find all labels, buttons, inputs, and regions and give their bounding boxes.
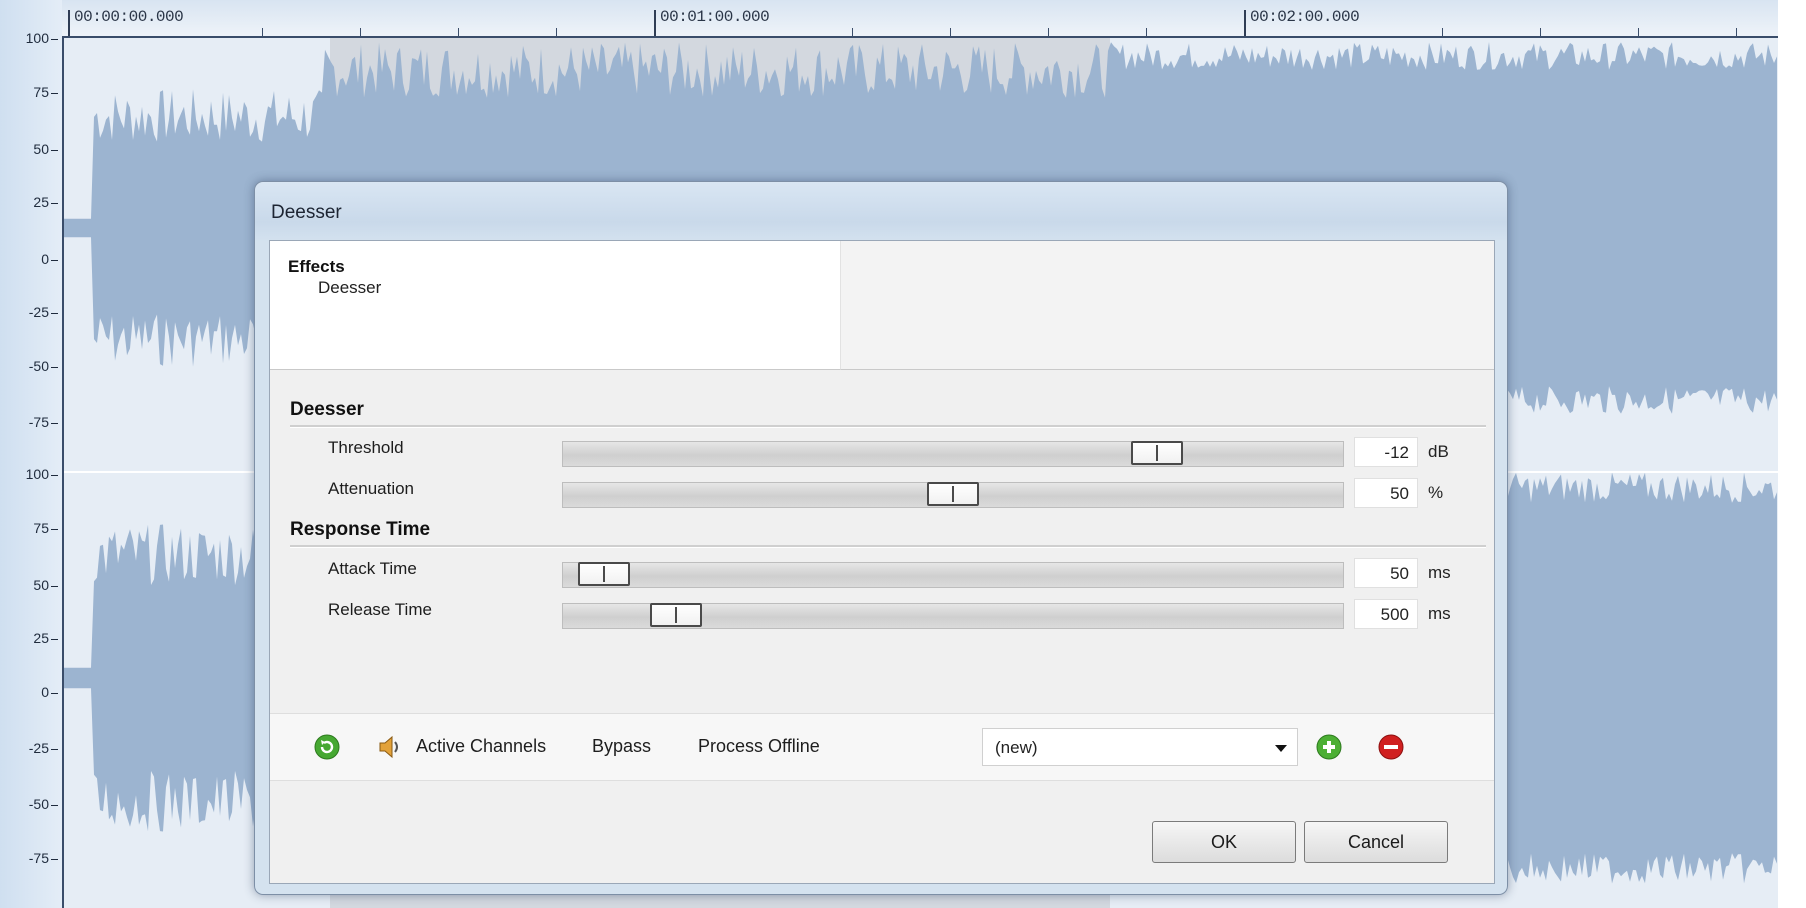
time-minor-tick [262, 28, 263, 36]
time-minor-tick [1048, 28, 1049, 36]
time-minor-tick [852, 28, 853, 36]
time-major-tick [68, 10, 70, 36]
amplitude-tick: 50 [0, 141, 58, 157]
time-minor-tick [1146, 28, 1147, 36]
add-preset-icon[interactable] [1316, 734, 1342, 760]
chevron-down-icon[interactable] [1275, 745, 1287, 752]
release-time-value-input[interactable]: 500 [1354, 599, 1418, 629]
attack-time-unit: ms [1428, 563, 1451, 582]
bypass-toggle[interactable]: Bypass [592, 736, 651, 757]
active-channels-button[interactable]: Active Channels [416, 736, 546, 757]
threshold-slider[interactable] [562, 441, 1344, 467]
threshold-slider-handle[interactable] [1131, 441, 1183, 465]
release-time-label: Release Time [328, 600, 432, 619]
attenuation-unit: % [1428, 483, 1444, 502]
section-deesser: Deesser [290, 399, 364, 420]
threshold-value-input[interactable]: -12 [1354, 437, 1418, 467]
attack-time-slider-handle[interactable] [578, 562, 630, 586]
time-minor-tick [458, 28, 459, 36]
threshold-unit: dB [1428, 442, 1449, 461]
amplitude-tick: 25 [0, 194, 58, 210]
time-minor-tick [1540, 28, 1541, 36]
reset-icon[interactable] [314, 734, 340, 760]
section-divider [290, 425, 1486, 428]
amplitude-tick: 100 [0, 30, 58, 46]
section-response-time: Response Time [290, 519, 431, 540]
time-minor-tick [950, 28, 951, 36]
amplitude-tick: -25 [0, 304, 58, 320]
time-major-tick [1244, 10, 1246, 36]
amplitude-tick: 100 [0, 466, 58, 482]
dialog-title: Deesser [271, 202, 342, 223]
time-minor-tick [1442, 28, 1443, 36]
amplitude-tick: 75 [0, 520, 58, 536]
time-ruler[interactable]: 00:00:00.000 00:01:00.000 00:02:00.000 [62, 0, 1806, 38]
time-major-tick [654, 10, 656, 36]
attack-time-slider[interactable] [562, 562, 1344, 588]
attenuation-label: Attenuation [328, 479, 415, 498]
amplitude-tick: 25 [0, 630, 58, 646]
amplitude-tick: 0 [0, 251, 58, 267]
editor-edge [1778, 0, 1806, 908]
time-label: 00:00:00.000 [74, 8, 184, 26]
ok-button[interactable]: OK [1152, 821, 1296, 863]
effects-info-pane [841, 241, 1494, 370]
time-minor-tick [1736, 28, 1737, 36]
tree-item-effects[interactable]: Effects [288, 257, 345, 277]
time-minor-tick [360, 28, 361, 36]
effect-toolbar: Active Channels Bypass Process Offline (… [270, 713, 1494, 781]
amplitude-tick: -75 [0, 850, 58, 866]
amplitude-tick: -75 [0, 414, 58, 430]
attack-time-value-input[interactable]: 50 [1354, 558, 1418, 588]
speaker-icon[interactable] [376, 734, 402, 760]
release-time-slider[interactable] [562, 603, 1344, 629]
effects-tree[interactable]: Effects Deesser [270, 241, 841, 370]
time-label: 00:02:00.000 [1250, 8, 1360, 26]
amplitude-tick: 75 [0, 84, 58, 100]
amplitude-tick: 0 [0, 684, 58, 700]
time-minor-tick [1638, 28, 1639, 36]
preset-dropdown[interactable]: (new) [982, 728, 1298, 766]
amplitude-tick: 50 [0, 577, 58, 593]
amplitude-tick: -25 [0, 740, 58, 756]
preset-selected-value: (new) [995, 738, 1038, 757]
section-divider [290, 545, 1486, 548]
cancel-button[interactable]: Cancel [1304, 821, 1448, 863]
process-offline-toggle[interactable]: Process Offline [698, 736, 820, 757]
deesser-dialog[interactable]: Deesser Effects Deesser Deesser Threshol… [254, 181, 1508, 895]
attack-time-label: Attack Time [328, 559, 417, 578]
delete-preset-icon[interactable] [1378, 734, 1404, 760]
tree-item-deesser[interactable]: Deesser [318, 278, 381, 298]
time-minor-tick [556, 28, 557, 36]
threshold-label: Threshold [328, 438, 404, 457]
release-time-unit: ms [1428, 604, 1451, 623]
amplitude-tick: -50 [0, 796, 58, 812]
time-label: 00:01:00.000 [660, 8, 770, 26]
attenuation-slider-handle[interactable] [927, 482, 979, 506]
attenuation-slider[interactable] [562, 482, 1344, 508]
dialog-body: Effects Deesser Deesser Threshold -12 dB… [269, 240, 1495, 884]
attenuation-value-input[interactable]: 50 [1354, 478, 1418, 508]
release-time-slider-handle[interactable] [650, 603, 702, 627]
amplitude-ruler: 100 75 50 25 0 -25 -50 -75 100 75 50 25 … [0, 0, 64, 908]
amplitude-tick: -50 [0, 358, 58, 374]
